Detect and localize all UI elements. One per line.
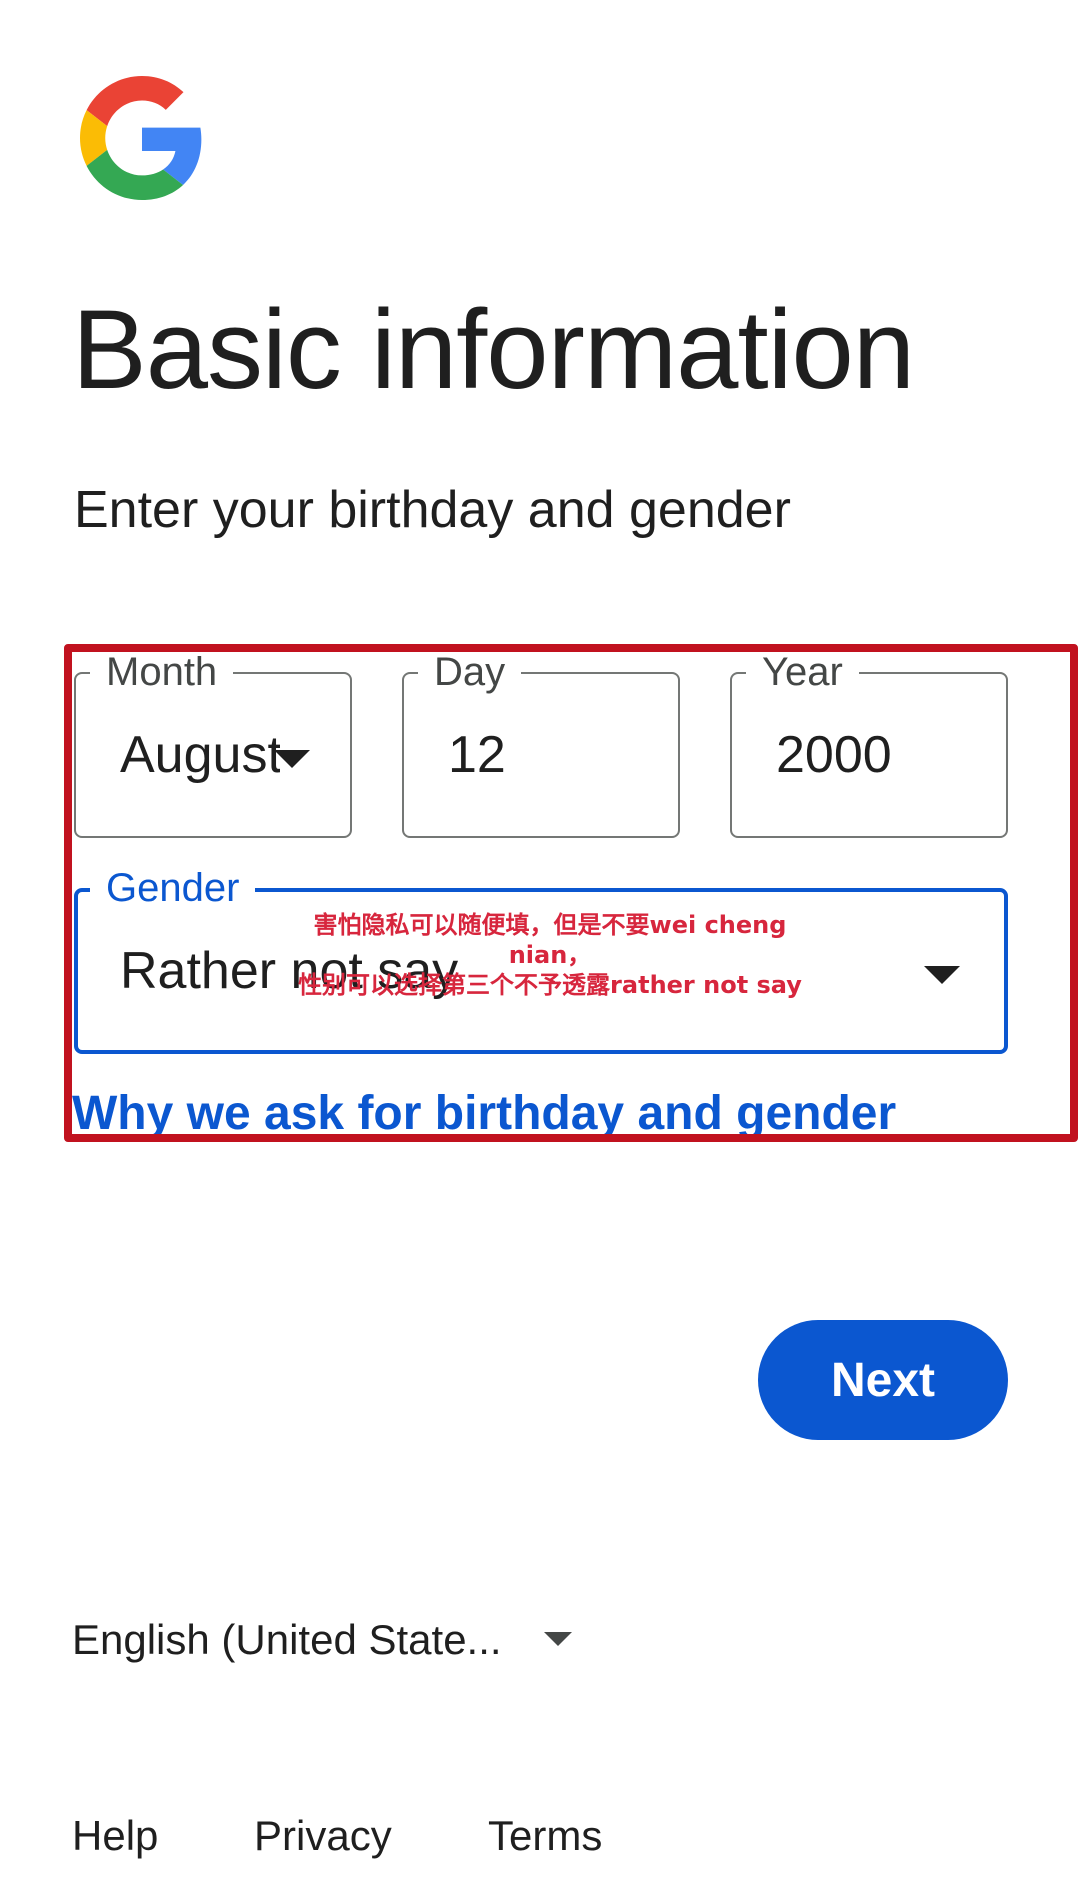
privacy-link[interactable]: Privacy: [254, 1808, 392, 1864]
google-g-icon: [80, 76, 202, 200]
annotation-line-1: 害怕隐私可以随便填，但是不要wei cheng nian，: [313, 911, 787, 969]
page-subtitle: Enter your birthday and gender: [74, 481, 791, 539]
annotation-note: 害怕隐私可以随便填，但是不要wei cheng nian， 性别可以选择第三个不…: [270, 910, 830, 1000]
next-button[interactable]: Next: [758, 1320, 1008, 1440]
page-title: Basic information: [72, 287, 915, 412]
help-link[interactable]: Help: [72, 1808, 158, 1864]
google-logo: [80, 76, 204, 200]
language-select[interactable]: English (United State...: [72, 1612, 592, 1668]
annotation-highlight-box: [64, 644, 1078, 1142]
terms-link[interactable]: Terms: [488, 1808, 602, 1864]
language-dropdown-arrow-icon: [544, 1632, 572, 1646]
language-value: English (United State...: [72, 1616, 502, 1663]
annotation-line-2: 性别可以选择第三个不予透露rather not say: [298, 971, 802, 999]
